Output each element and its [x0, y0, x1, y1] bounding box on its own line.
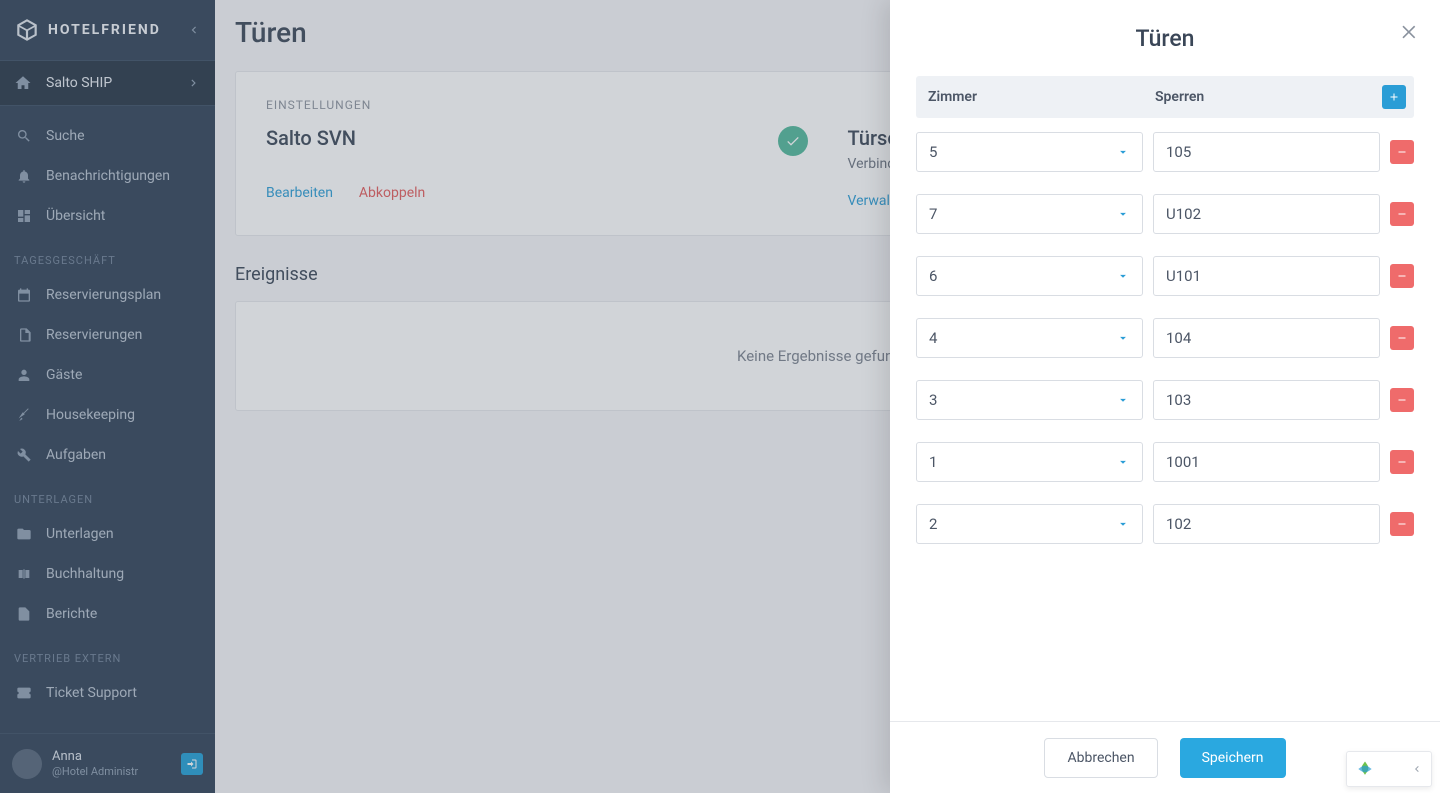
room-value: 1 — [929, 453, 937, 471]
panel-head: Türen — [890, 0, 1440, 76]
door-row: 7 U102 — [916, 194, 1414, 234]
lock-input[interactable]: 105 — [1153, 132, 1380, 172]
door-row: 1 1001 — [916, 442, 1414, 482]
lock-input[interactable]: 102 — [1153, 504, 1380, 544]
table-header: Zimmer Sperren — [916, 76, 1414, 118]
add-row-button[interactable] — [1382, 85, 1406, 109]
remove-row-button[interactable] — [1390, 512, 1414, 536]
modal-title: Türen — [1136, 25, 1195, 52]
room-select[interactable]: 1 — [916, 442, 1143, 482]
cancel-button[interactable]: Abbrechen — [1044, 738, 1157, 778]
chevron-down-icon — [1116, 455, 1130, 469]
th-locks: Sperren — [1155, 89, 1382, 105]
door-row: 2 102 — [916, 504, 1414, 544]
room-value: 5 — [929, 143, 937, 161]
lock-input[interactable]: 1001 — [1153, 442, 1380, 482]
lock-value: U102 — [1166, 205, 1201, 223]
lock-value: 105 — [1166, 143, 1191, 161]
remove-row-button[interactable] — [1390, 264, 1414, 288]
room-value: 4 — [929, 329, 937, 347]
room-select[interactable]: 6 — [916, 256, 1143, 296]
room-select[interactable]: 7 — [916, 194, 1143, 234]
chevron-down-icon — [1116, 331, 1130, 345]
chevron-down-icon — [1116, 207, 1130, 221]
lock-value: 104 — [1166, 329, 1191, 347]
remove-row-button[interactable] — [1390, 388, 1414, 412]
chevron-left-icon — [1411, 763, 1423, 775]
room-select[interactable]: 2 — [916, 504, 1143, 544]
save-button[interactable]: Speichern — [1180, 738, 1286, 778]
room-value: 2 — [929, 515, 937, 533]
th-rooms: Zimmer — [928, 89, 1155, 105]
door-row: 6 U101 — [916, 256, 1414, 296]
widget-logo-icon — [1355, 759, 1375, 779]
room-value: 3 — [929, 391, 937, 409]
support-widget-tab[interactable] — [1346, 751, 1432, 787]
chevron-down-icon — [1116, 393, 1130, 407]
remove-row-button[interactable] — [1390, 202, 1414, 226]
remove-row-button[interactable] — [1390, 326, 1414, 350]
lock-value: 1001 — [1166, 453, 1200, 471]
lock-value: 102 — [1166, 515, 1191, 533]
remove-row-button[interactable] — [1390, 140, 1414, 164]
lock-value: 103 — [1166, 391, 1191, 409]
room-select[interactable]: 5 — [916, 132, 1143, 172]
door-row: 5 105 — [916, 132, 1414, 172]
doors-modal: Türen Zimmer Sperren 5 105 7 U102 6 U101 4 104 3… — [890, 0, 1440, 793]
chevron-down-icon — [1116, 145, 1130, 159]
lock-input[interactable]: U102 — [1153, 194, 1380, 234]
room-select[interactable]: 4 — [916, 318, 1143, 358]
room-value: 7 — [929, 205, 937, 223]
remove-row-button[interactable] — [1390, 450, 1414, 474]
lock-input[interactable]: 104 — [1153, 318, 1380, 358]
chevron-down-icon — [1116, 517, 1130, 531]
room-value: 6 — [929, 267, 937, 285]
lock-value: U101 — [1166, 267, 1201, 285]
room-select[interactable]: 3 — [916, 380, 1143, 420]
close-icon[interactable] — [1400, 22, 1420, 42]
chevron-down-icon — [1116, 269, 1130, 283]
panel-body: Zimmer Sperren 5 105 7 U102 6 U101 4 104 3 103 1 10… — [890, 76, 1440, 721]
lock-input[interactable]: 103 — [1153, 380, 1380, 420]
door-row: 3 103 — [916, 380, 1414, 420]
lock-input[interactable]: U101 — [1153, 256, 1380, 296]
door-row: 4 104 — [916, 318, 1414, 358]
